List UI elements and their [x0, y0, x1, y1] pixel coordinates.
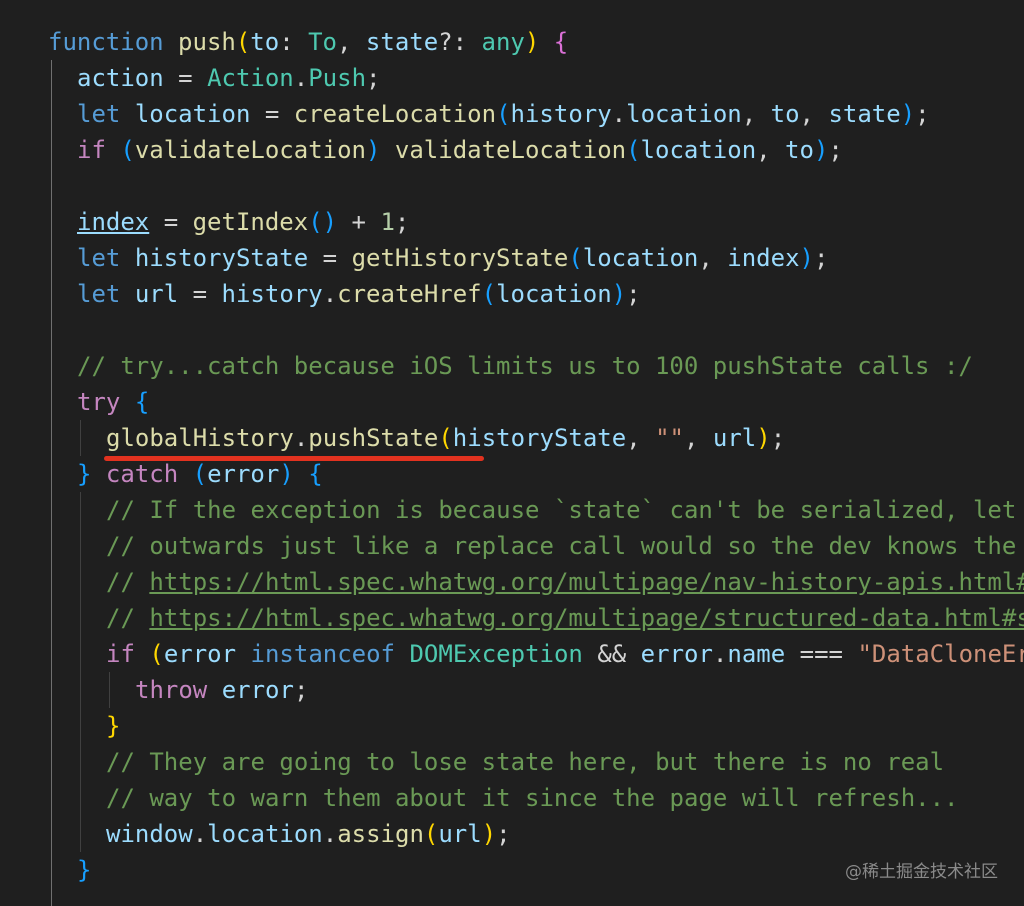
code-comment: // https://html.spec.whatwg.org/multipag…	[106, 600, 1024, 636]
code-line: }	[77, 856, 92, 884]
code-comment: // outwards just like a replace call wou…	[106, 532, 1017, 560]
code-line: if (validateLocation) validateLocation(l…	[77, 136, 843, 164]
code-line: function push(to: To, state?: any) {	[48, 28, 569, 56]
indent-guide	[80, 420, 81, 456]
indent-guide	[80, 492, 81, 852]
code-comment: // They are going to lose state here, bu…	[106, 748, 945, 776]
indent-guide	[109, 672, 110, 708]
code-line: action = Action.Push;	[77, 64, 381, 92]
indent-guide	[51, 60, 52, 906]
code-line: let historyState = getHistoryState(locat…	[77, 244, 829, 272]
code-line: if (error instanceof DOMException && err…	[106, 640, 1024, 668]
watermark: @稀土掘金技术社区	[845, 862, 998, 882]
code-line: try {	[77, 388, 150, 416]
code-line: index = getIndex() + 1;	[77, 208, 410, 236]
code-comment: // https://html.spec.whatwg.org/multipag…	[106, 564, 1024, 600]
code-line: window.location.assign(url);	[106, 820, 511, 848]
code-comment: // If the exception is because `state` c…	[106, 496, 1017, 524]
code-editor[interactable]: function push(to: To, state?: any) { act…	[0, 0, 1024, 906]
spec-link[interactable]: https://html.spec.whatwg.org/multipage/s…	[149, 604, 1024, 632]
code-line: throw error;	[135, 676, 309, 704]
code-line: let location = createLocation(history.lo…	[77, 100, 930, 128]
code-line: let url = history.createHref(location);	[77, 280, 641, 308]
code-comment: // way to warn them about it since the p…	[106, 784, 959, 812]
code-comment: // try...catch because iOS limits us to …	[77, 352, 973, 380]
code-line: } catch (error) {	[77, 460, 323, 488]
code-line-highlighted: globalHistory.pushState(historyState, ""…	[106, 424, 786, 452]
code-line: }	[106, 712, 121, 740]
spec-link[interactable]: https://html.spec.whatwg.org/multipage/n…	[149, 568, 1024, 596]
